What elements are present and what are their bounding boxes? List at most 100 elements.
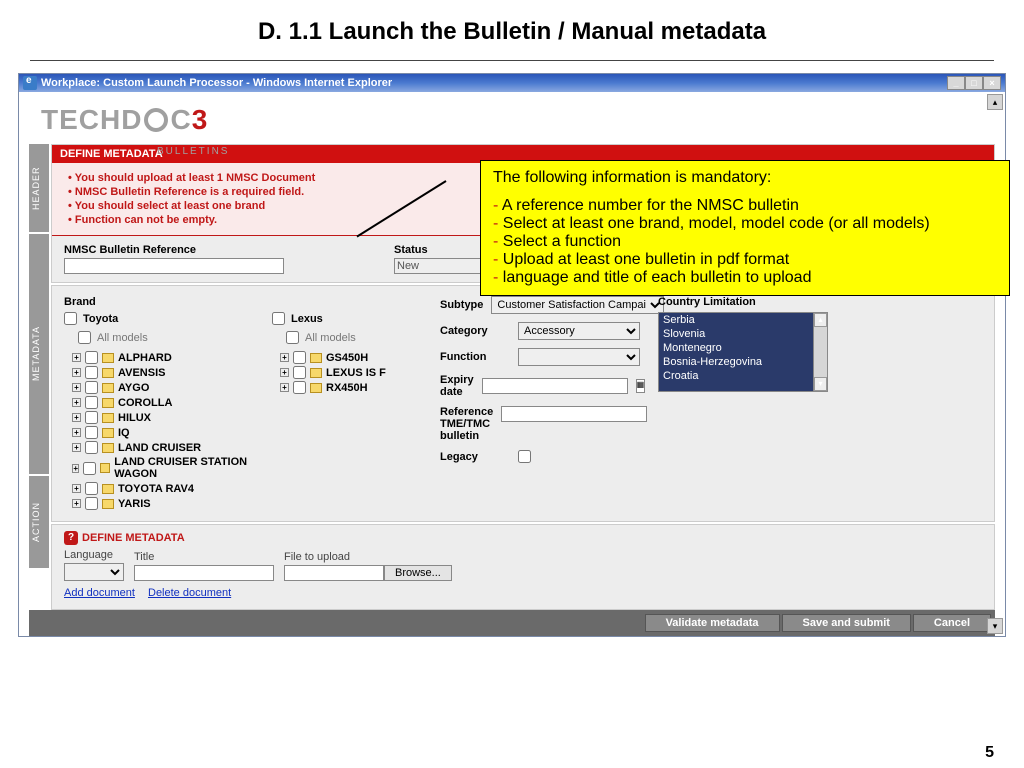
- folder-icon: [102, 398, 114, 408]
- country-option[interactable]: Montenegro: [659, 341, 827, 355]
- add-document-link[interactable]: Add document: [64, 587, 135, 599]
- model-label: TOYOTA RAV4: [118, 483, 194, 495]
- country-option[interactable]: Serbia: [659, 313, 827, 327]
- language-select[interactable]: [64, 563, 124, 581]
- model-checkbox[interactable]: [85, 441, 98, 454]
- scroll-down-icon[interactable]: ▾: [814, 377, 827, 391]
- allmodels-label: All models: [97, 332, 148, 344]
- close-button[interactable]: ×: [983, 76, 1001, 90]
- expand-icon[interactable]: +: [280, 368, 289, 377]
- model-checkbox[interactable]: [85, 482, 98, 495]
- expand-icon[interactable]: +: [72, 353, 81, 362]
- expand-icon[interactable]: +: [72, 383, 81, 392]
- expand-icon[interactable]: +: [72, 484, 81, 493]
- expand-icon[interactable]: +: [72, 428, 81, 437]
- model-checkbox[interactable]: [83, 462, 96, 475]
- model-item[interactable]: + RX450H: [280, 380, 422, 395]
- country-listbox[interactable]: SerbiaSloveniaMontenegroBosnia-Herzegovi…: [658, 312, 828, 392]
- folder-icon: [102, 484, 114, 494]
- model-item[interactable]: +COROLLA: [72, 395, 254, 410]
- expand-icon[interactable]: +: [280, 353, 289, 362]
- ie-icon: [23, 76, 37, 90]
- folder-icon: [100, 463, 110, 473]
- calendar-icon[interactable]: ▦: [636, 379, 646, 393]
- country-label: Country Limitation: [658, 296, 828, 308]
- reftme-label: Reference TME/TMC bulletin: [440, 406, 493, 442]
- legacy-label: Legacy: [440, 451, 510, 463]
- country-option[interactable]: Bosnia-Herzegovina: [659, 355, 827, 369]
- model-item[interactable]: +IQ: [72, 425, 254, 440]
- browse-button[interactable]: Browse...: [384, 565, 452, 581]
- expand-icon[interactable]: +: [72, 398, 81, 407]
- model-item[interactable]: +LAND CRUISER: [72, 440, 254, 455]
- delete-document-link[interactable]: Delete document: [148, 587, 231, 599]
- model-item[interactable]: +LAND CRUISER STATION WAGON: [72, 455, 254, 481]
- tab-header[interactable]: HEADER: [29, 144, 49, 232]
- model-checkbox[interactable]: [293, 366, 306, 379]
- file-label: File to upload: [284, 551, 452, 563]
- maximize-button[interactable]: □: [965, 76, 983, 90]
- help-icon[interactable]: ?: [64, 531, 78, 545]
- model-checkbox[interactable]: [85, 366, 98, 379]
- expand-icon[interactable]: +: [72, 368, 81, 377]
- minimize-button[interactable]: _: [947, 76, 965, 90]
- lexus-allmodels-checkbox[interactable]: [286, 331, 299, 344]
- toyota-allmodels-checkbox[interactable]: [78, 331, 91, 344]
- expand-icon[interactable]: +: [72, 413, 81, 422]
- model-checkbox[interactable]: [85, 411, 98, 424]
- model-item[interactable]: +AYGO: [72, 380, 254, 395]
- function-select[interactable]: [518, 348, 640, 366]
- model-checkbox[interactable]: [293, 351, 306, 364]
- expand-icon[interactable]: +: [280, 383, 289, 392]
- expiry-input[interactable]: [482, 378, 628, 394]
- model-checkbox[interactable]: [293, 381, 306, 394]
- scrollbar[interactable]: ▴ ▾: [813, 313, 827, 391]
- category-select[interactable]: Accessory: [518, 322, 640, 340]
- model-item[interactable]: +HILUX: [72, 410, 254, 425]
- toyota-label: Toyota: [83, 313, 118, 325]
- allmodels-label: All models: [305, 332, 356, 344]
- model-item[interactable]: + TOYOTA RAV4: [72, 481, 254, 496]
- folder-icon: [102, 499, 114, 509]
- validate-button[interactable]: Validate metadata: [645, 614, 780, 632]
- model-label: RX450H: [326, 382, 368, 394]
- tab-metadata[interactable]: METADATA: [29, 234, 49, 474]
- expand-icon[interactable]: +: [72, 464, 79, 473]
- model-checkbox[interactable]: [85, 426, 98, 439]
- expand-icon[interactable]: +: [72, 443, 81, 452]
- save-button[interactable]: Save and submit: [782, 614, 911, 632]
- reftme-input[interactable]: [501, 406, 647, 422]
- divider: [30, 60, 994, 61]
- title-input[interactable]: [134, 565, 274, 581]
- model-item[interactable]: +GS450H: [280, 350, 422, 365]
- model-item[interactable]: + YARIS: [72, 496, 254, 511]
- model-item[interactable]: +ALPHARD: [72, 350, 254, 365]
- folder-icon: [102, 428, 114, 438]
- model-checkbox[interactable]: [85, 351, 98, 364]
- model-checkbox[interactable]: [85, 396, 98, 409]
- expand-icon[interactable]: +: [72, 499, 81, 508]
- footer-bar: Validate metadata Save and submit Cancel: [29, 610, 995, 636]
- ref-label: NMSC Bulletin Reference: [64, 244, 284, 256]
- model-item[interactable]: +AVENSIS: [72, 365, 254, 380]
- callout-item: - A reference number for the NMSC bullet…: [493, 197, 997, 215]
- country-option[interactable]: Croatia: [659, 369, 827, 383]
- ref-input[interactable]: [64, 258, 284, 274]
- legacy-checkbox[interactable]: [518, 450, 531, 463]
- country-option[interactable]: Slovenia: [659, 327, 827, 341]
- model-label: YARIS: [118, 498, 151, 510]
- subtype-select[interactable]: Customer Satisfaction Campai: [491, 296, 664, 314]
- scroll-down-button[interactable]: ▾: [987, 618, 1003, 634]
- file-input[interactable]: [284, 565, 384, 581]
- tab-action[interactable]: ACTION: [29, 476, 49, 568]
- model-checkbox[interactable]: [85, 497, 98, 510]
- gear-icon: [144, 108, 168, 132]
- lexus-checkbox[interactable]: [272, 312, 285, 325]
- callout-intro: The following information is mandatory:: [493, 169, 997, 187]
- model-checkbox[interactable]: [85, 381, 98, 394]
- function-label: Function: [440, 351, 510, 363]
- toyota-checkbox[interactable]: [64, 312, 77, 325]
- cancel-button[interactable]: Cancel: [913, 614, 991, 632]
- scroll-up-icon[interactable]: ▴: [814, 313, 827, 327]
- model-item[interactable]: +LEXUS IS F: [280, 365, 422, 380]
